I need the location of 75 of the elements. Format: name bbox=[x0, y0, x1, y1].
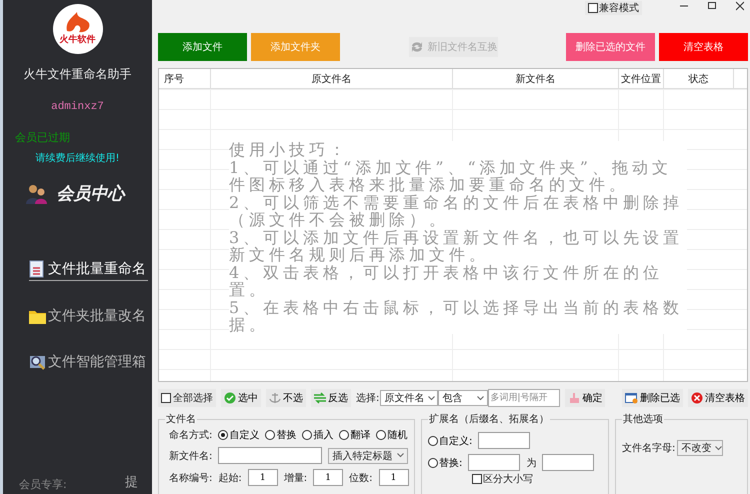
column-header: 序号 bbox=[159, 69, 211, 88]
maximize-icon[interactable] bbox=[708, 1, 716, 11]
insert-title-dropdown[interactable]: 插入特定标题 bbox=[328, 448, 408, 464]
confirm-button[interactable]: 确定 bbox=[565, 389, 606, 407]
column-header: 原文件名 bbox=[211, 69, 453, 88]
selection-button[interactable]: 反选 bbox=[311, 389, 351, 407]
field-dropdown[interactable]: 原文件名 bbox=[380, 390, 438, 406]
member-benefits-text: 会员专享: bbox=[19, 477, 67, 492]
column-header: 状态 bbox=[664, 69, 734, 88]
radio-option[interactable]: 插入 bbox=[302, 428, 334, 442]
membership-status: 会员已过期 bbox=[15, 130, 70, 145]
field-label: 新文件名: bbox=[169, 450, 212, 462]
field-label: 命名方式: bbox=[169, 428, 212, 442]
member-center-link[interactable]: 会员中心 bbox=[50, 181, 130, 206]
chevron-icon bbox=[477, 396, 484, 400]
start-field[interactable]: 1 bbox=[248, 469, 278, 486]
chevron-icon bbox=[428, 396, 436, 400]
filter-label: 选择: bbox=[356, 392, 380, 405]
case-sensitive-checkbox[interactable]: 区分大小写 bbox=[472, 472, 603, 486]
logo-text: 火牛软件 bbox=[60, 33, 96, 46]
chevron-icon bbox=[715, 446, 722, 450]
document-icon bbox=[29, 260, 46, 278]
step-field[interactable]: 1 bbox=[313, 469, 344, 486]
people-icon bbox=[24, 184, 46, 204]
group-title: 其他选项 bbox=[622, 412, 664, 426]
field-label: 为 bbox=[526, 456, 536, 470]
radio-option[interactable]: 随机 bbox=[376, 428, 408, 442]
radio-option[interactable]: 翻译 bbox=[339, 428, 370, 442]
select-all-checkbox[interactable]: 全部选择 bbox=[158, 389, 216, 407]
chevron-icon bbox=[397, 453, 404, 458]
toolbar-button[interactable]: 清空表格 bbox=[659, 33, 748, 61]
close-icon[interactable] bbox=[736, 1, 744, 11]
digits-field[interactable]: 1 bbox=[378, 469, 408, 486]
replace-extension-field[interactable] bbox=[542, 454, 594, 471]
field-label: 名称编号: bbox=[169, 472, 212, 484]
nav-item[interactable]: 文件夹批量改名 bbox=[29, 307, 148, 327]
anchor-icon bbox=[269, 392, 281, 404]
hand-icon bbox=[568, 392, 580, 404]
app-name: 火牛文件重命名助手 bbox=[24, 66, 132, 83]
side-tab[interactable]: 提 bbox=[125, 476, 138, 490]
arrows-icon bbox=[314, 392, 326, 404]
radio-option[interactable]: 自定义: bbox=[428, 434, 472, 448]
field-label: 起始: bbox=[218, 472, 242, 484]
toolbar-button[interactable]: 添加文件 bbox=[158, 33, 247, 61]
find-extension-field[interactable] bbox=[468, 454, 520, 471]
radio-option[interactable]: 替换: bbox=[428, 456, 462, 470]
radio-option[interactable]: 自定义 bbox=[218, 428, 260, 442]
selection-button[interactable]: 不选 bbox=[266, 389, 306, 407]
usage-tips: 使用小技巧： 1、可以通过“添加文件”、“添加文件夹”、拖动文件图标移入表格来批量添加要重命名的文件。 2、可以筛选不需要重命名的文件后在表格中删除掉（源文件不会被删除）。 3、可以添加文件后再设置新文件名，也可以先设置新文件名规则后再添加文件。 4、双击表格，可以打开表格中该行文件所在的位置。 5、在表格中右击鼠标，可以选择导出当前的表格数据。 bbox=[229, 141, 687, 334]
column-header: 文件位置 bbox=[619, 69, 664, 88]
field-label: 增量: bbox=[284, 472, 308, 484]
renew-notice: 请续费后继续使用! bbox=[35, 152, 120, 165]
check-circle-icon bbox=[224, 392, 236, 404]
keyword-field[interactable]: 多词用|号隔开 bbox=[488, 389, 560, 407]
new-name-field[interactable] bbox=[218, 447, 322, 464]
nav-item[interactable]: 文件批量重命名 bbox=[29, 260, 148, 281]
delete-selected-button[interactable]: 删除已选 bbox=[622, 389, 683, 407]
field-label: 位数: bbox=[349, 472, 372, 484]
selection-button[interactable]: 选中 bbox=[221, 389, 261, 407]
nav-item[interactable]: 文件智能管理箱 bbox=[29, 353, 148, 373]
group-title: 扩展名（后缀名、拓展名） bbox=[428, 412, 550, 426]
radio-option[interactable]: 替换 bbox=[265, 428, 296, 442]
group-title: 文件名 bbox=[165, 412, 197, 426]
username: adminxz7 bbox=[51, 101, 104, 113]
column-header: 新文件名 bbox=[453, 69, 619, 88]
field-label: 文件名字母: bbox=[622, 442, 676, 455]
window-icon bbox=[625, 392, 638, 404]
magnifier-icon bbox=[29, 353, 46, 371]
custom-extension-field[interactable] bbox=[478, 432, 530, 449]
letter-case-dropdown[interactable]: 不改变 bbox=[677, 440, 724, 456]
compat-mode-checkbox[interactable]: 兼容模式 bbox=[585, 1, 642, 15]
swap-icon bbox=[410, 41, 424, 53]
clear-table-button[interactable]: 清空表格 bbox=[688, 389, 748, 407]
close-icon bbox=[691, 392, 703, 404]
match-dropdown[interactable]: 包含 bbox=[438, 390, 488, 406]
